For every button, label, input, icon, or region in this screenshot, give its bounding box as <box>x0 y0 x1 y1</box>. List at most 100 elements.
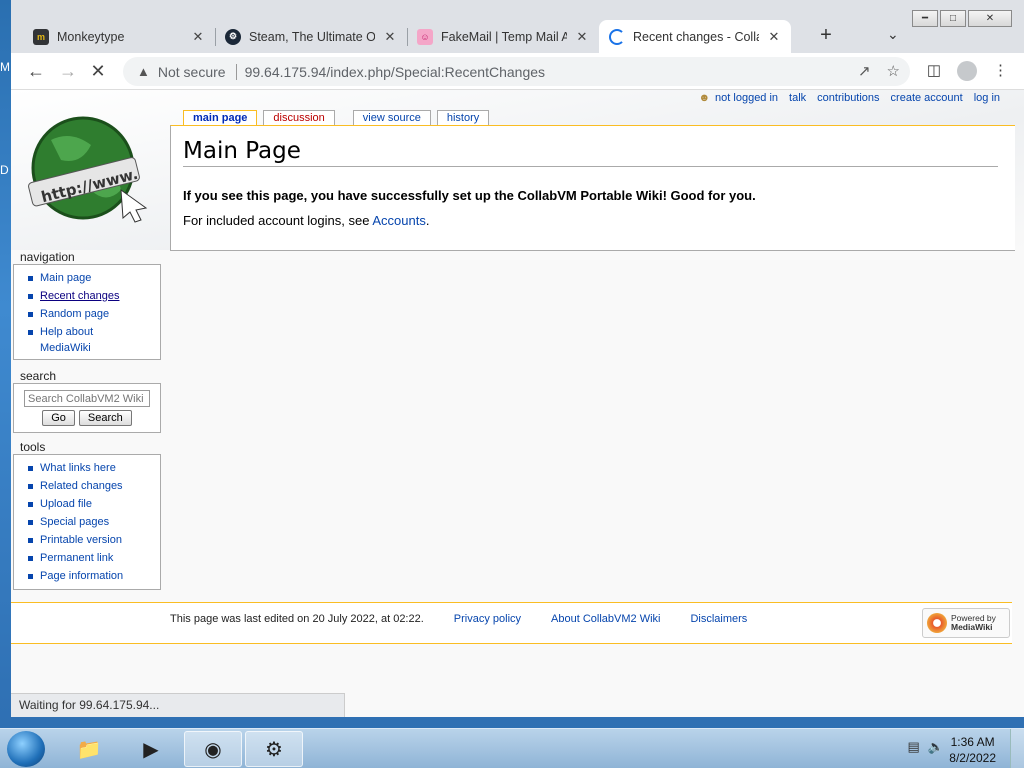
mediawiki-flower-icon <box>927 613 947 633</box>
powered-by-line-2: MediaWiki <box>951 622 993 632</box>
omnibox-actions: ↗ ☆ <box>858 62 900 80</box>
forward-arrow-icon[interactable]: → <box>57 61 79 81</box>
not-logged-in-link[interactable]: not logged in <box>715 92 778 104</box>
steam-favicon-icon: ⚙ <box>225 28 241 45</box>
search-button[interactable]: Search <box>78 410 132 426</box>
tab-main-page[interactable]: main page <box>183 110 258 126</box>
desktop-icon-label-d: D <box>0 163 9 177</box>
window-controls: ━ □ ✕ <box>912 10 1012 27</box>
accounts-link[interactable]: Accounts <box>372 213 425 228</box>
windows-taskbar: 📁 ▶ ◉ ⚙ ▤ 🔈 1:36 AM 8/2/2022 <box>0 728 1024 768</box>
nav-recent-changes-link[interactable]: Recent changes <box>14 287 160 305</box>
wiki-logo-globe-icon[interactable]: http://www. <box>21 110 161 230</box>
accounts-prefix: For included account logins, see <box>183 213 373 228</box>
tab-recent-changes[interactable]: Recent changes - CollabVM2 Wiki ✕ <box>599 20 791 53</box>
maximize-button[interactable]: □ <box>940 10 966 27</box>
browser-window: ━ □ ✕ m Monkeytype ✕ ⚙ Steam, The Ultima… <box>11 0 1024 717</box>
content-tabs: main page discussion view source history <box>183 110 490 126</box>
tools-related-changes-link[interactable]: Related changes <box>14 477 160 495</box>
content-area: Main Page If you see this page, you have… <box>170 125 1015 251</box>
close-tab-icon[interactable]: ✕ <box>383 29 397 45</box>
tools-printable-version-link[interactable]: Printable version <box>14 531 160 549</box>
disclaimers-link[interactable]: Disclaimers <box>690 613 747 625</box>
login-link[interactable]: log in <box>974 92 1000 104</box>
clock-time: 1:36 AM <box>950 735 995 749</box>
nav-main-page-link[interactable]: Main page <box>14 269 160 287</box>
tab-search-chevron-icon[interactable]: ⌄ <box>887 26 899 43</box>
warning-triangle-icon[interactable]: ▲ <box>137 64 150 79</box>
tab-title: Recent changes - CollabVM2 Wiki <box>633 29 759 44</box>
start-button-windows-logo-icon[interactable] <box>7 731 45 767</box>
loading-status-bar: Waiting for 99.64.175.94... <box>11 693 345 717</box>
search-heading: search <box>20 369 57 383</box>
tab-fakemail[interactable]: ☺ FakeMail | Temp Mail Address ✕ <box>407 20 599 53</box>
personal-tools: ☻ not logged in talk contributions creat… <box>698 92 1000 104</box>
accounts-paragraph: For included account logins, see Account… <box>183 213 429 228</box>
media-player-icon[interactable]: ▶ <box>122 731 180 767</box>
network-icon[interactable]: ▤ <box>908 739 920 755</box>
nav-random-page-link[interactable]: Random page <box>14 305 160 323</box>
volume-speaker-icon[interactable]: 🔈 <box>928 739 944 755</box>
chrome-taskbar-icon[interactable]: ◉ <box>184 731 242 767</box>
powered-by-mediawiki-badge[interactable]: Powered by MediaWiki <box>922 608 1010 638</box>
tab-title: FakeMail | Temp Mail Address <box>441 29 567 44</box>
tab-title: Monkeytype <box>57 29 125 44</box>
close-window-button[interactable]: ✕ <box>968 10 1012 27</box>
page-title: Main Page <box>183 138 998 167</box>
create-account-link[interactable]: create account <box>891 92 963 104</box>
page-tabs: main page discussion <box>183 110 335 126</box>
stop-loading-icon[interactable]: ✕ <box>87 61 109 81</box>
tools-permanent-link[interactable]: Permanent link <box>14 549 160 567</box>
web-page: http://www. ☻ not logged in talk contrib… <box>11 90 1024 717</box>
fakemail-favicon-icon: ☺ <box>417 28 433 45</box>
divider <box>235 63 237 80</box>
privacy-policy-link[interactable]: Privacy policy <box>454 613 521 625</box>
tab-history[interactable]: history <box>436 110 490 126</box>
powered-by-text: Powered by MediaWiki <box>951 614 996 632</box>
new-tab-button[interactable]: + <box>814 24 838 47</box>
about-link[interactable]: About CollabVM2 Wiki <box>551 613 660 625</box>
tab-strip: m Monkeytype ✕ ⚙ Steam, The Ultimate Onl… <box>23 19 791 53</box>
tab-discussion[interactable]: discussion <box>263 110 335 126</box>
talk-link[interactable]: talk <box>789 92 806 104</box>
file-explorer-folder-icon[interactable]: 📁 <box>60 731 118 767</box>
minimize-button[interactable]: ━ <box>912 10 938 27</box>
tools-special-pages-link[interactable]: Special pages <box>14 513 160 531</box>
tools-heading: tools <box>20 440 46 454</box>
back-arrow-icon[interactable]: ← <box>25 61 47 81</box>
wiki-footer: This page was last edited on 20 July 202… <box>11 602 1012 644</box>
profile-avatar-icon[interactable] <box>957 61 977 81</box>
tools-upload-file-link[interactable]: Upload file <box>14 495 160 513</box>
show-desktop-button[interactable] <box>1010 729 1024 768</box>
side-panel-icon[interactable]: ◫ <box>927 61 941 81</box>
go-button[interactable]: Go <box>42 410 75 426</box>
close-tab-icon[interactable]: ✕ <box>575 29 589 45</box>
contributions-link[interactable]: contributions <box>817 92 879 104</box>
last-edited-text: This page was last edited on 20 July 202… <box>170 613 424 625</box>
steam-taskbar-icon[interactable]: ⚙ <box>245 731 303 767</box>
tab-monkeytype[interactable]: m Monkeytype ✕ <box>23 20 215 53</box>
browser-toolbar: ← → ✕ ▲ Not secure 99.64.175.94/index.ph… <box>11 53 1024 90</box>
loading-spinner-icon <box>609 28 625 45</box>
share-icon[interactable]: ↗ <box>858 62 871 80</box>
tools-what-links-here-link[interactable]: What links here <box>14 459 160 477</box>
address-bar[interactable]: ▲ Not secure 99.64.175.94/index.php/Spec… <box>123 57 910 86</box>
tab-steam[interactable]: ⚙ Steam, The Ultimate Online Game Platfo… <box>215 20 407 53</box>
desktop-icon-label-m: M <box>0 60 10 74</box>
system-tray: ▤ 🔈 <box>908 739 944 755</box>
search-input[interactable] <box>24 390 150 407</box>
nav-help-link-continuation[interactable]: MediaWiki <box>14 341 160 355</box>
url-text[interactable]: 99.64.175.94/index.php/Special:RecentCha… <box>245 64 545 80</box>
close-tab-icon[interactable]: ✕ <box>191 29 205 45</box>
tools-page-information-link[interactable]: Page information <box>14 567 160 585</box>
security-label[interactable]: Not secure <box>158 64 226 80</box>
footer-links: This page was last edited on 20 July 202… <box>170 613 747 625</box>
navigation-portlet: Main page Recent changes Random page Hel… <box>13 264 161 360</box>
close-tab-icon[interactable]: ✕ <box>767 29 781 45</box>
nav-help-link[interactable]: Help about <box>14 323 160 341</box>
taskbar-clock[interactable]: 1:36 AM 8/2/2022 <box>949 734 996 766</box>
menu-kebab-icon[interactable]: ⋮ <box>993 61 1008 81</box>
bookmark-star-icon[interactable]: ☆ <box>887 62 900 80</box>
action-tabs: view source history <box>352 110 490 126</box>
tab-view-source[interactable]: view source <box>352 110 431 126</box>
